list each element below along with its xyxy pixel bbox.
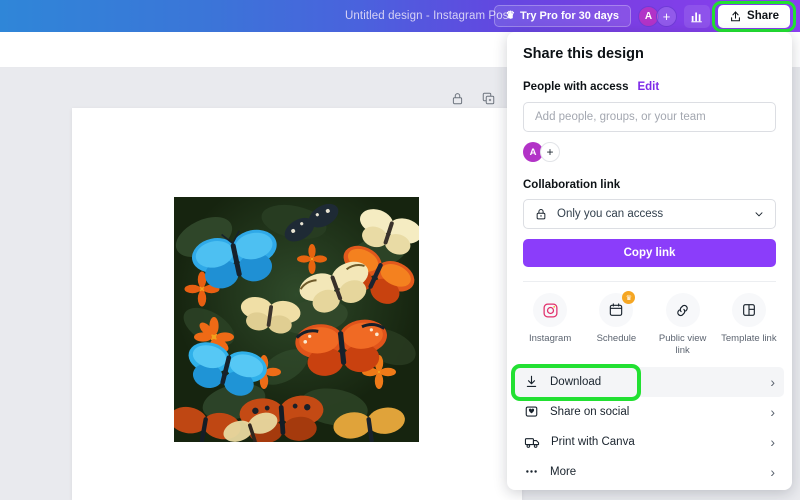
top-header-bar: Untitled design - Instagram Post ♛ Try P…	[0, 0, 800, 32]
chevron-down-icon	[753, 208, 765, 220]
lock-icon	[534, 207, 548, 221]
schedule-button[interactable]: ♛	[599, 293, 633, 327]
butterfly-collage-graphic	[174, 197, 419, 442]
menu-item-more[interactable]: More ›	[515, 457, 784, 487]
add-person-button[interactable]: +	[540, 142, 560, 162]
chevron-right-icon: ›	[770, 464, 775, 480]
chevron-right-icon: ›	[770, 434, 775, 450]
template-icon	[741, 302, 757, 318]
menu-item-share-on-social[interactable]: Share on social ›	[515, 397, 784, 427]
download-icon	[524, 374, 539, 389]
link-icon	[674, 302, 691, 319]
try-pro-label: Try Pro for 30 days	[520, 10, 619, 22]
share-button-wrapper: Share	[718, 5, 790, 28]
quick-action-schedule[interactable]: ♛ Schedule	[583, 293, 649, 357]
menu-item-download[interactable]: Download ›	[515, 367, 784, 397]
access-level-value: Only you can access	[557, 208, 663, 220]
insights-button[interactable]	[684, 5, 710, 28]
lock-icon	[450, 91, 465, 106]
share-panel-body: Share this design People with access Edi…	[507, 32, 792, 282]
lock-button[interactable]	[447, 88, 468, 109]
try-pro-button[interactable]: ♛ Try Pro for 30 days	[494, 5, 631, 27]
quick-action-label: Instagram	[529, 333, 571, 345]
duplicate-button[interactable]	[478, 88, 499, 109]
crown-icon: ♛	[626, 294, 632, 302]
instagram-icon	[542, 302, 559, 319]
calendar-icon	[608, 302, 624, 318]
quick-action-label: Template link	[721, 333, 776, 345]
quick-action-instagram[interactable]: Instagram	[517, 293, 583, 357]
public-view-link-button[interactable]	[666, 293, 700, 327]
share-panel-title: Share this design	[523, 46, 776, 62]
social-icon	[524, 404, 539, 419]
bar-chart-icon	[690, 9, 704, 23]
butterfly-artwork[interactable]	[174, 197, 419, 442]
menu-item-label: Print with Canva	[551, 436, 635, 448]
quick-actions-row: Instagram ♛ Schedule	[507, 282, 792, 365]
edit-access-link[interactable]: Edit	[637, 81, 659, 93]
chevron-right-icon: ›	[770, 374, 775, 390]
menu-item-label: More	[550, 466, 576, 478]
menu-item-print-with-canva[interactable]: Print with Canva ›	[515, 427, 784, 457]
copy-link-button[interactable]: Copy link	[523, 239, 776, 267]
quick-action-label: Schedule	[597, 333, 637, 345]
chevron-right-icon: ›	[770, 404, 775, 420]
add-collaborator-button[interactable]: +	[656, 6, 677, 27]
share-button-label: Share	[747, 10, 779, 22]
canva-editor-window: Untitled design - Instagram Post ♛ Try P…	[0, 0, 800, 500]
truck-icon	[524, 434, 540, 450]
header-actions: ♛ Try Pro for 30 days A +	[494, 0, 800, 32]
document-title[interactable]: Untitled design - Instagram Post	[345, 10, 512, 22]
crown-icon: ♛	[506, 11, 515, 21]
people-with-access-section: People with access Edit	[523, 81, 776, 93]
quick-action-template-link[interactable]: Template link	[716, 293, 782, 357]
instagram-button[interactable]	[533, 293, 567, 327]
menu-item-label: Download	[550, 376, 601, 388]
share-button[interactable]: Share	[718, 5, 790, 28]
template-link-button[interactable]	[732, 293, 766, 327]
share-panel: Share this design People with access Edi…	[507, 32, 792, 490]
share-upload-icon	[729, 10, 742, 23]
collaborator-avatars: A +	[638, 6, 677, 27]
people-avatar-row: A +	[523, 142, 776, 162]
header-left-spacer	[0, 0, 345, 32]
pro-badge: ♛	[622, 291, 635, 304]
quick-action-public-view-link[interactable]: Public view link	[650, 293, 716, 357]
quick-action-label: Public view link	[652, 333, 714, 357]
add-people-input[interactable]: Add people, groups, or your team	[523, 102, 776, 132]
menu-item-label: Share on social	[550, 406, 629, 418]
share-menu-list: Download › Share on social › Print w	[507, 365, 792, 487]
people-with-access-label: People with access	[523, 81, 628, 93]
dots-icon	[524, 464, 539, 479]
access-level-select[interactable]: Only you can access	[523, 199, 776, 229]
design-page[interactable]	[72, 108, 522, 500]
collaboration-link-label: Collaboration link	[523, 179, 776, 191]
duplicate-icon	[481, 91, 496, 106]
